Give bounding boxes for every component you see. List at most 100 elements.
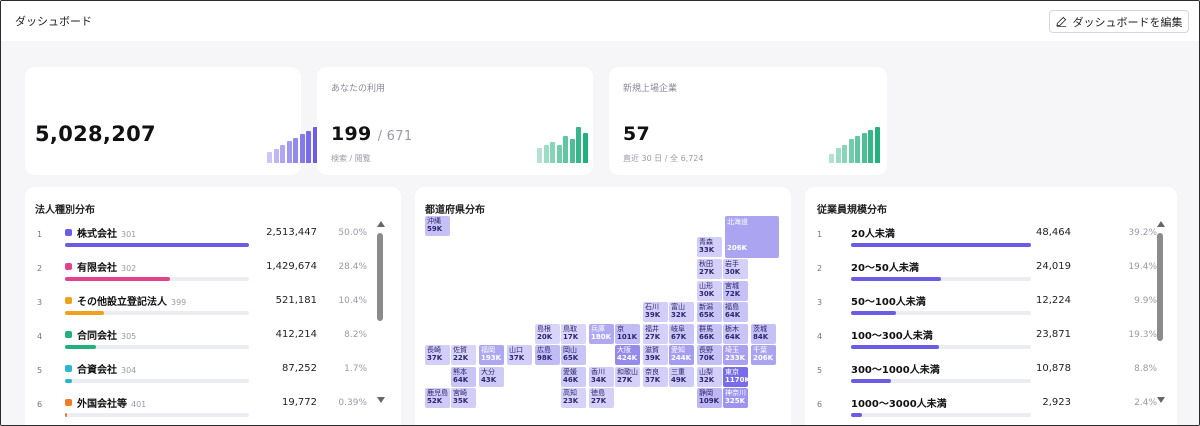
prefecture-tile[interactable]: 茨城 84K [751, 324, 776, 344]
prefecture-tile[interactable]: 群馬 66K [697, 324, 722, 344]
prefecture-tile[interactable]: 青森 33K [697, 237, 722, 257]
corp-scroll-down[interactable] [377, 397, 385, 403]
list-item[interactable]: 1 株式会社 301 2,513,447 50.0% [25, 223, 401, 257]
list-item[interactable]: 6 外国会社等 401 19,772 0.39% [25, 393, 401, 425]
row-color-dot [65, 331, 72, 338]
employee-scrollbar-thumb[interactable] [1157, 233, 1163, 341]
prefecture-tile[interactable]: 熊本 64K [451, 367, 476, 387]
list-item[interactable]: 2 有限会社 302 1,429,674 28.4% [25, 257, 401, 291]
prefecture-value: 424K [617, 354, 638, 362]
prefecture-tile[interactable]: 富山 32K [669, 302, 694, 322]
prefecture-value: 101K [617, 333, 638, 341]
row-label: 外国会社等 401 [77, 395, 146, 410]
edit-dashboard-button[interactable]: ダッシュボードを編集 [1049, 10, 1189, 33]
row-percent: 8.2% [344, 330, 367, 340]
row-rank: 1 [817, 230, 823, 239]
prefecture-tile[interactable]: 佐賀 22K [451, 345, 476, 365]
prefecture-tile[interactable]: 三重 49K [669, 367, 694, 387]
prefecture-value: 39K [645, 354, 661, 362]
row-label: 有限会社 302 [77, 259, 136, 274]
prefecture-tile[interactable]: 秋田 27K [697, 259, 722, 279]
sparkline-bar [842, 145, 847, 163]
prefecture-tile[interactable]: 島根 20K [535, 324, 560, 344]
prefecture-name: 北海道 [727, 218, 748, 226]
prefecture-tile[interactable]: 鳥取 17K [561, 324, 586, 344]
prefecture-tile[interactable]: 鹿児島 52K [425, 388, 450, 408]
prefecture-tile[interactable]: 東京 1170K [723, 367, 748, 387]
kpi-card-usage[interactable]: あなたの利用 199 / 671 検索 / 閲覧 [317, 67, 593, 175]
prefecture-tile[interactable]: 岩手 30K [723, 259, 748, 279]
prefecture-tile[interactable]: 徳島 27K [589, 388, 614, 408]
prefecture-tile[interactable]: 山形 30K [697, 281, 722, 301]
prefecture-tile[interactable]: 埼玉 233K [723, 345, 748, 365]
list-item[interactable]: 4 合同会社 305 412,214 8.2% [25, 325, 401, 359]
prefecture-tile[interactable]: 沖縄 59K [425, 216, 450, 236]
row-bar-fill [65, 311, 104, 315]
prefecture-tile[interactable]: 岐阜 67K [669, 324, 694, 344]
prefecture-tile[interactable]: 和歌山 27K [615, 367, 640, 387]
row-bar-fill [851, 379, 891, 383]
prefecture-tile[interactable]: 宮城 72K [723, 281, 748, 301]
prefecture-tile[interactable]: 神奈川 325K [723, 388, 748, 408]
kpi-total-sparkline [267, 127, 318, 163]
prefecture-tile[interactable]: 新潟 65K [697, 302, 722, 322]
prefecture-tile[interactable]: 長崎 37K [425, 345, 450, 365]
row-percent: 1.7% [344, 364, 367, 374]
corp-scrollbar-thumb[interactable] [377, 233, 383, 321]
list-item[interactable]: 5 300〜1000人未満 10,878 8.8% [805, 359, 1177, 393]
prefecture-tile[interactable]: 石川 39K [643, 302, 668, 322]
prefecture-tile[interactable]: 香川 34K [589, 367, 614, 387]
kpi-card-total[interactable]: 5,028,207 [25, 67, 318, 175]
list-item[interactable]: 2 20〜50人未満 24,019 19.4% [805, 257, 1177, 291]
prefecture-tile[interactable]: 福井 27K [643, 324, 668, 344]
prefecture-tile[interactable]: 愛媛 46K [561, 367, 586, 387]
prefecture-tile[interactable]: 栃木 64K [723, 324, 748, 344]
prefecture-tile[interactable]: 山梨 32K [697, 367, 722, 387]
prefecture-tile[interactable]: 長野 70K [697, 345, 722, 365]
prefecture-value: 30K [699, 290, 715, 298]
list-item[interactable]: 3 50〜100人未満 12,224 9.9% [805, 291, 1177, 325]
row-bar-track [65, 379, 249, 383]
prefecture-value: 46K [563, 376, 579, 384]
prefecture-tile[interactable]: 福岡 193K [479, 345, 504, 365]
list-item[interactable]: 3 その他設立登記法人 399 521,181 10.4% [25, 291, 401, 325]
prefecture-name: 兵庫 [591, 325, 605, 333]
prefecture-tile[interactable]: 兵庫 180K [589, 324, 614, 344]
prefecture-tile[interactable]: 大分 43K [479, 367, 504, 387]
prefecture-name: 和歌山 [617, 368, 638, 376]
list-item[interactable]: 5 合資会社 304 87,252 1.7% [25, 359, 401, 393]
prefecture-name: 高知 [563, 389, 577, 397]
prefecture-tile[interactable]: 広島 98K [535, 345, 560, 365]
prefecture-tile[interactable]: 愛知 244K [669, 345, 694, 365]
prefecture-tile[interactable]: 奈良 37K [643, 367, 668, 387]
corp-scroll-up[interactable] [377, 221, 385, 227]
kpi-card-ipo[interactable]: 新規上場企業 57 直近 30 日 / 全 6,724 [609, 67, 887, 175]
list-item[interactable]: 4 100〜300人未満 23,871 19.3% [805, 325, 1177, 359]
prefecture-value: 244K [671, 354, 692, 362]
row-color-dot [65, 399, 72, 406]
prefecture-tile[interactable]: 千葉 206K [751, 345, 776, 365]
employee-scroll-up[interactable] [1157, 221, 1165, 227]
prefecture-tile[interactable]: 宮崎 35K [451, 388, 476, 408]
prefecture-tile[interactable]: 滋賀 39K [643, 345, 668, 365]
list-item[interactable]: 1 20人未満 48,464 39.2% [805, 223, 1177, 257]
row-label-text: 合同会社 [77, 331, 117, 342]
row-code: 305 [121, 332, 137, 341]
prefecture-name: 宮崎 [453, 389, 467, 397]
prefecture-tile[interactable]: 静岡 109K [697, 388, 722, 408]
prefecture-tile[interactable]: 福島 64K [723, 302, 748, 322]
kpi-usage-sub: 検索 / 閲覧 [331, 154, 371, 163]
row-percent: 9.9% [1134, 296, 1157, 306]
sparkline-bar [299, 134, 305, 163]
list-item[interactable]: 6 1000〜3000人未満 2,923 2.4% [805, 393, 1177, 425]
prefecture-tile[interactable]: 高知 23K [561, 388, 586, 408]
prefecture-tile[interactable]: 岡山 65K [561, 345, 586, 365]
employee-scroll-down[interactable] [1157, 397, 1165, 403]
row-bar-fill [851, 311, 896, 315]
prefecture-tile[interactable]: 北海道 206K [725, 216, 779, 258]
prefecture-value: 64K [725, 333, 741, 341]
prefecture-tile[interactable]: 山口 37K [507, 345, 532, 365]
prefecture-tile[interactable]: 京 101K [615, 324, 640, 344]
row-label-text: その他設立登記法人 [77, 297, 167, 308]
prefecture-tile[interactable]: 大阪 424K [615, 345, 640, 365]
